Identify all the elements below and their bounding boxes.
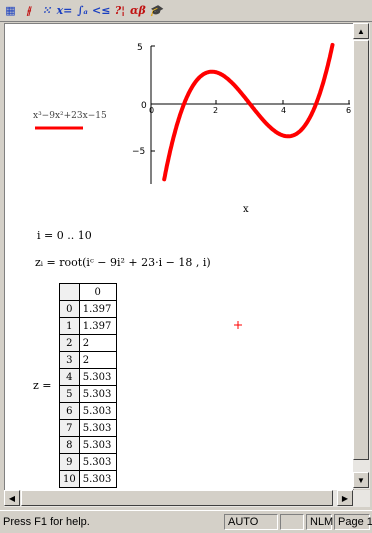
worksheet-area[interactable]: 5 0 −5 0 2 4 6 x x³−9x²+23x−15 i = 0 .. … bbox=[4, 23, 354, 491]
vertical-scrollbar[interactable]: ▲ ▼ bbox=[353, 23, 370, 489]
calculus-palette-button[interactable]: ∫ₐ bbox=[74, 2, 91, 20]
table-row[interactable]: 4 5.303 bbox=[59, 368, 117, 386]
greek-palette-button[interactable]: αβ bbox=[129, 2, 146, 20]
status-page: Page 1 bbox=[334, 514, 372, 530]
table-row[interactable]: 9 5.303 bbox=[59, 453, 117, 471]
table-row[interactable]: 10 5.303 bbox=[59, 470, 117, 488]
x-tick-label: 4 bbox=[281, 106, 286, 115]
status-bar: Press F1 for help. AUTO NLM Page 1 bbox=[0, 510, 372, 533]
horizontal-scrollbar[interactable]: ◀ ▶ bbox=[4, 490, 370, 507]
calculator-palette-button[interactable]: ▦ bbox=[2, 2, 19, 20]
table-row[interactable]: 6 5.303 bbox=[59, 402, 117, 420]
row-value[interactable]: 5.303 bbox=[78, 385, 117, 403]
range-definition[interactable]: i = 0 .. 10 bbox=[37, 229, 92, 242]
table-row[interactable]: 7 5.303 bbox=[59, 419, 117, 437]
table-row[interactable]: 8 5.303 bbox=[59, 436, 117, 454]
math-toolbar: ▦ ⫲ ⁙ x= ∫ₐ <≤ ?¦ αβ 🎓 bbox=[0, 0, 372, 22]
status-help-text: Press F1 for help. bbox=[3, 516, 90, 528]
row-value[interactable]: 1.397 bbox=[78, 300, 117, 318]
x-axis-label: x bbox=[243, 204, 249, 215]
x-tick-label: 6 bbox=[346, 106, 351, 115]
scroll-down-arrow-icon[interactable]: ▼ bbox=[353, 472, 369, 488]
row-index: 4 bbox=[59, 368, 80, 386]
horizontal-scroll-thumb[interactable] bbox=[21, 490, 333, 506]
row-index: 6 bbox=[59, 402, 80, 420]
table-row[interactable]: 1 1.397 bbox=[59, 317, 117, 335]
programming-palette-button[interactable]: ?¦ bbox=[111, 2, 128, 20]
x-tick-label: 0 bbox=[149, 106, 154, 115]
symbolic-palette-button[interactable]: 🎓 bbox=[147, 2, 164, 20]
result-variable-label: z = bbox=[33, 379, 52, 392]
row-index: 7 bbox=[59, 419, 80, 437]
result-table[interactable]: 0 0 1.397 1 1.397 2 2 3 2 4 5.303 5 5.303 6 5.303 7 5.30… bbox=[59, 283, 117, 488]
table-header-row: 0 bbox=[59, 283, 117, 301]
row-value[interactable]: 5.303 bbox=[78, 453, 117, 471]
table-corner bbox=[59, 283, 80, 301]
x-tick-label: 2 bbox=[213, 106, 218, 115]
row-value[interactable]: 5.303 bbox=[78, 436, 117, 454]
table-row[interactable]: 22 bbox=[59, 334, 117, 352]
y-tick-label: −5 bbox=[132, 147, 145, 157]
graph-palette-button[interactable]: ⫲ bbox=[20, 2, 37, 20]
evaluation-palette-button[interactable]: x= bbox=[56, 2, 73, 20]
scroll-left-arrow-icon[interactable]: ◀ bbox=[4, 490, 20, 506]
row-index: 9 bbox=[59, 453, 80, 471]
status-blank bbox=[280, 514, 304, 530]
function-curve bbox=[162, 42, 335, 182]
row-value[interactable]: 2 bbox=[78, 334, 117, 352]
row-index: 3 bbox=[59, 351, 80, 369]
row-index: 10 bbox=[59, 470, 80, 488]
row-value[interactable]: 2 bbox=[78, 351, 117, 369]
row-index: 2 bbox=[59, 334, 80, 352]
row-value[interactable]: 5.303 bbox=[78, 402, 117, 420]
crosshair-cursor-icon bbox=[234, 321, 242, 329]
status-auto: AUTO bbox=[224, 514, 278, 530]
boolean-palette-button[interactable]: <≤ bbox=[92, 2, 110, 20]
scroll-right-arrow-icon[interactable]: ▶ bbox=[337, 490, 353, 506]
table-row[interactable]: 32 bbox=[59, 351, 117, 369]
row-value[interactable]: 5.303 bbox=[78, 419, 117, 437]
table-column-header: 0 bbox=[78, 283, 117, 301]
vertical-scroll-thumb[interactable] bbox=[353, 40, 369, 460]
root-definition[interactable]: zᵢ = root(iᶜ − 9i² + 23·i − 18 , i) bbox=[35, 256, 211, 269]
row-value[interactable]: 1.397 bbox=[78, 317, 117, 335]
status-nlm: NLM bbox=[306, 514, 333, 530]
scroll-up-arrow-icon[interactable]: ▲ bbox=[353, 23, 369, 39]
row-index: 1 bbox=[59, 317, 80, 335]
row-index: 8 bbox=[59, 436, 80, 454]
matrix-palette-button[interactable]: ⁙ bbox=[38, 2, 55, 20]
y-tick-label: 0 bbox=[141, 101, 147, 111]
table-row[interactable]: 5 5.303 bbox=[59, 385, 117, 403]
table-row[interactable]: 0 1.397 bbox=[59, 300, 117, 318]
row-value[interactable]: 5.303 bbox=[78, 368, 117, 386]
function-expression[interactable]: x³−9x²+23x−15 bbox=[33, 111, 107, 121]
row-index: 0 bbox=[59, 300, 80, 318]
y-tick-label: 5 bbox=[137, 43, 143, 53]
row-value[interactable]: 5.303 bbox=[78, 470, 117, 488]
row-index: 5 bbox=[59, 385, 80, 403]
